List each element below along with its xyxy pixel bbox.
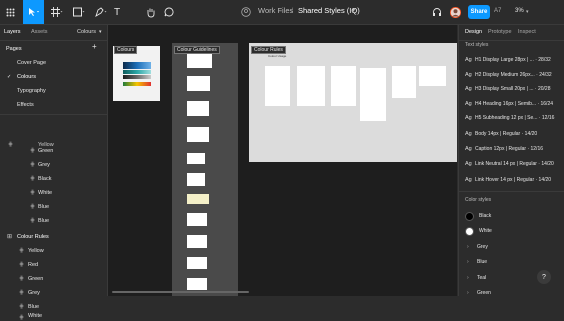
page-cover[interactable]: Cover Page [0,56,107,69]
layer-item[interactable]: ⋕ Green [0,144,107,157]
layer-item[interactable]: ⋕ Red [0,258,107,271]
frame-tool-icon[interactable] [47,0,67,24]
color-styles-heading: Color styles [465,197,492,203]
breadcrumb-separator: / [291,6,294,15]
layer-frame-colour-rules[interactable]: ⊞ Colour Rules [0,230,107,243]
frame-colour-guidelines[interactable] [172,43,238,296]
frame-label-colour-guidelines[interactable]: Colour Guidelines [174,46,220,54]
colours-chevron-icon[interactable]: ▾ [99,29,102,35]
layer-item[interactable]: ⋕ White [0,313,107,321]
avatar[interactable] [448,0,462,24]
text-style-item[interactable]: Ag H4 Heading 16px | Semib... · 16/24 [465,99,560,109]
page-colours[interactable]: ✓ Colours [0,70,107,83]
color-group-grey[interactable]: › Grey [467,242,562,252]
play-button[interactable]: A7 [494,8,501,14]
zoom-chevron-icon[interactable]: ▾ [526,9,529,15]
add-page-icon[interactable]: + [92,42,97,51]
color-swatch [465,211,474,221]
tab-colours[interactable]: Colours [77,29,96,35]
color-swatch [465,226,474,236]
layer-item[interactable]: ⋕ Blue [0,300,107,313]
pages-heading: Pages [6,45,22,52]
frame-label-colour-rules[interactable]: Colour Rules [251,46,286,54]
color-style-black[interactable]: Black [465,211,560,221]
layer-item[interactable]: ⋕ Green [0,272,107,285]
frame-label-colours[interactable]: Colours [114,46,138,54]
hand-tool-icon[interactable] [144,0,158,24]
shape-tool-icon[interactable] [69,0,89,24]
layers-panel: Layers Assets Colours ▾ Pages + Cover Pag… [0,25,108,321]
top-toolbar: T Work Files / Shared Styles (IQ) ▾ Shar… [0,0,564,25]
tab-inspect[interactable]: Inspect [518,29,536,35]
breadcrumb-file[interactable]: Shared Styles (IQ) [298,6,360,15]
layer-item[interactable]: ⋕ Yellow [0,244,107,257]
text-tool-icon[interactable]: T [111,0,123,24]
text-style-item[interactable]: Ag Link Neutral 14 px | Regular · 14/20 [465,159,560,169]
share-button[interactable]: Share [468,5,490,19]
move-tool-icon[interactable] [23,0,44,24]
page-effects[interactable]: Effects [0,98,107,111]
chevron-right-icon: › [467,244,469,250]
chevron-right-icon: › [467,259,469,265]
frame-colour-rules[interactable]: Colour Usage [249,43,457,162]
color-group-blue[interactable]: › Blue [467,257,562,267]
help-button[interactable]: ? [537,270,551,284]
frame-colours[interactable] [113,46,160,101]
tab-prototype[interactable]: Prototype [488,29,512,35]
pen-tool-icon[interactable] [91,0,111,24]
color-group-green[interactable]: › Green [467,288,562,298]
chevron-right-icon: › [467,275,469,281]
design-canvas[interactable]: Colours Colour Guidelines Colour Usage C… [108,25,457,296]
text-style-item[interactable]: Ag Link Hover 14 px | Regular · 14/20 [465,175,560,185]
layer-item[interactable]: ⋕ White [0,186,107,199]
text-style-item[interactable]: Ag H1 Display Large 28px | ... · 28/32 [465,55,560,65]
canvas-horizontal-scrollbar[interactable] [112,291,249,293]
file-menu-chevron-icon[interactable]: ▾ [352,7,355,14]
design-panel: Design Prototype Inspect Text styles Ag H… [458,25,564,296]
page-typography[interactable]: Typography [0,84,107,97]
text-style-item[interactable]: Ag H2 Display Medium 26px... · 24/32 [465,70,560,80]
text-style-item[interactable]: Ag H3 Display Small 20px | ... · 20/28 [465,84,560,94]
layer-item[interactable]: ⋕ Grey [0,158,107,171]
layer-item[interactable]: ⋕ Blue [0,214,107,227]
layer-item[interactable]: ⋕ Black [0,172,107,185]
text-style-item[interactable]: Ag Caption 12px | Regular · 12/16 [465,144,560,154]
mini-header: Colour Usage [268,54,287,58]
headphones-icon[interactable] [431,0,443,24]
tab-layers[interactable]: Layers [4,29,21,35]
layer-item[interactable]: ⋕ Grey [0,286,107,299]
team-icon [240,0,252,24]
text-style-item[interactable]: Ag H5 Subheading 12 px | Se... · 12/16 [465,113,560,123]
checkmark-icon: ✓ [7,73,12,80]
breadcrumb-team[interactable]: Work Files [258,6,293,15]
main-menu-icon[interactable] [0,0,20,24]
text-styles-heading: Text styles [465,42,489,48]
layer-item[interactable]: ⋕ Blue [0,200,107,213]
text-style-item[interactable]: Ag Body 14px | Regular · 14/20 [465,129,560,139]
tab-assets[interactable]: Assets [31,29,48,35]
tab-design[interactable]: Design [465,29,482,35]
zoom-level[interactable]: 3% [515,8,524,14]
chevron-right-icon: › [467,290,469,296]
color-style-white[interactable]: White [465,226,560,236]
comment-tool-icon[interactable] [162,0,176,24]
